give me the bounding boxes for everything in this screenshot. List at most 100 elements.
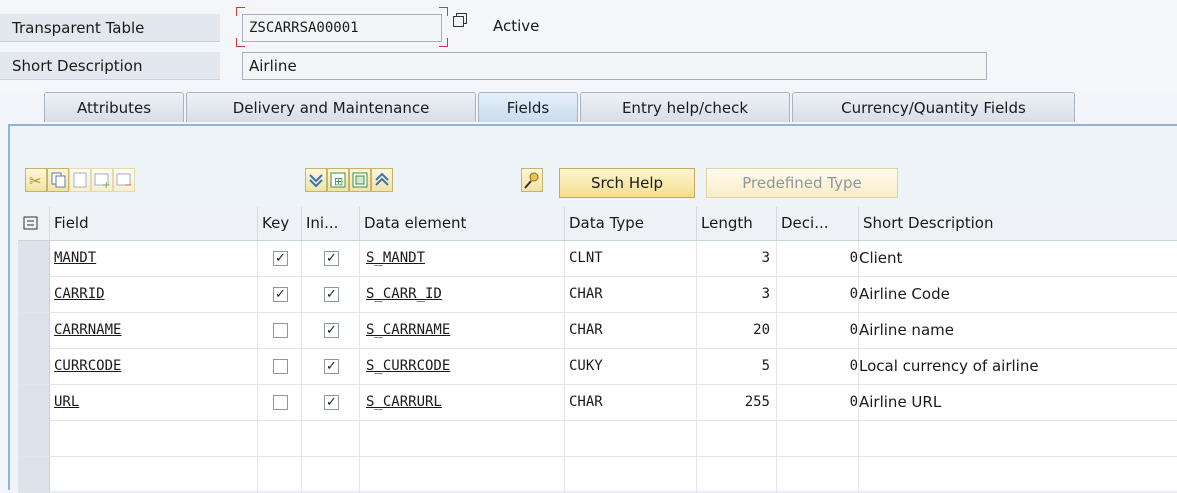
- data-type: CHAR: [565, 385, 697, 420]
- empty-cell[interactable]: [777, 421, 859, 456]
- field-name[interactable]: CARRNAME: [50, 313, 258, 348]
- table-row[interactable]: MANDT ✓ ✓ S_MANDT CLNT 3 0 Client: [18, 241, 1177, 277]
- short-description: Airline name: [859, 321, 954, 339]
- status-text: Active: [493, 17, 540, 35]
- empty-cell[interactable]: [302, 421, 360, 456]
- row-selector[interactable]: [18, 313, 50, 348]
- key-checkbox[interactable]: [273, 323, 288, 338]
- short-description-field[interactable]: Airline: [242, 52, 987, 80]
- key-checkbox[interactable]: [273, 359, 288, 374]
- row-selector[interactable]: [18, 349, 50, 384]
- row-selector[interactable]: [18, 385, 50, 420]
- tab-fields[interactable]: Fields: [478, 92, 578, 122]
- table-row[interactable]: URL ✓ S_CARRURL CHAR 255 0 Airline URL: [18, 385, 1177, 421]
- insert-block-icon[interactable]: ⊞: [327, 168, 349, 192]
- initial-checkbox[interactable]: ✓: [324, 359, 339, 374]
- empty-cell[interactable]: [565, 457, 697, 492]
- predefined-type-button[interactable]: Predefined Type: [706, 168, 898, 198]
- delete-row-icon[interactable]: −: [113, 168, 135, 192]
- length: 3: [697, 241, 777, 276]
- key-checkbox-cell: [258, 349, 302, 384]
- data-element[interactable]: S_MANDT: [360, 241, 565, 276]
- key-checkbox[interactable]: ✓: [273, 287, 288, 302]
- column-config-icon[interactable]: [18, 207, 50, 240]
- svg-text:✂: ✂: [29, 172, 42, 190]
- key-checkbox[interactable]: [273, 395, 288, 410]
- search-help-icon[interactable]: [521, 168, 543, 192]
- empty-table-row[interactable]: [18, 457, 1177, 493]
- tab-currency-quantity[interactable]: Currency/Quantity Fields: [792, 92, 1075, 122]
- empty-cell[interactable]: [50, 457, 258, 492]
- svg-text:−: −: [124, 180, 132, 191]
- column-data-type[interactable]: Data Type: [565, 207, 697, 240]
- decimals: 0: [777, 385, 859, 420]
- column-decimals[interactable]: Deci...: [777, 207, 859, 240]
- length: 20: [697, 313, 777, 348]
- table-row[interactable]: CARRID ✓ ✓ S_CARR_ID CHAR 3 0 Airline Co…: [18, 277, 1177, 313]
- copy-window-icon[interactable]: [453, 13, 467, 27]
- row-selector[interactable]: [18, 277, 50, 312]
- tab-entry-help[interactable]: Entry help/check: [580, 92, 790, 122]
- empty-cell[interactable]: [565, 421, 697, 456]
- key-checkbox-cell: [258, 313, 302, 348]
- empty-cell[interactable]: [360, 457, 565, 492]
- srch-help-button[interactable]: Srch Help: [559, 168, 695, 198]
- scroll-down-icon[interactable]: [305, 168, 327, 192]
- initial-checkbox-cell: ✓: [302, 313, 360, 348]
- row-selector[interactable]: [18, 241, 50, 276]
- column-length[interactable]: Length: [697, 207, 777, 240]
- column-key[interactable]: Key: [258, 207, 302, 240]
- table-row[interactable]: CARRNAME ✓ S_CARRNAME CHAR 20 0 Airline …: [18, 313, 1177, 349]
- table-row[interactable]: CURRCODE ✓ S_CURRCODE CUKY 5 0 Local cur…: [18, 349, 1177, 385]
- column-data-element[interactable]: Data element: [360, 207, 565, 240]
- initial-checkbox[interactable]: ✓: [324, 287, 339, 302]
- copy-icon[interactable]: [47, 168, 69, 192]
- paste-icon[interactable]: [69, 168, 91, 192]
- key-checkbox-cell: [258, 385, 302, 420]
- initial-checkbox[interactable]: ✓: [324, 251, 339, 266]
- data-element[interactable]: S_CURRCODE: [360, 349, 565, 384]
- initial-checkbox[interactable]: ✓: [324, 395, 339, 410]
- initial-checkbox-cell: ✓: [302, 349, 360, 384]
- empty-cell[interactable]: [697, 457, 777, 492]
- column-field[interactable]: Field: [50, 207, 258, 240]
- empty-cell[interactable]: [258, 421, 302, 456]
- row-selector[interactable]: [18, 421, 50, 456]
- table-header: Transparent Table ZSCARRSA00001 Active S…: [0, 0, 1177, 92]
- initial-checkbox[interactable]: ✓: [324, 323, 339, 338]
- short-description: Local currency of airline: [859, 357, 1039, 375]
- scroll-up-icon[interactable]: [371, 168, 393, 192]
- short-description: Airline URL: [859, 393, 942, 411]
- short-description: Airline Code: [859, 285, 950, 303]
- data-element[interactable]: S_CARRNAME: [360, 313, 565, 348]
- field-name[interactable]: CARRID: [50, 277, 258, 312]
- empty-cell[interactable]: [302, 457, 360, 492]
- empty-cell[interactable]: [50, 421, 258, 456]
- field-name[interactable]: CURRCODE: [50, 349, 258, 384]
- focus-marker: [236, 7, 448, 47]
- insert-row-icon[interactable]: +: [91, 168, 113, 192]
- initial-checkbox-cell: ✓: [302, 277, 360, 312]
- field-name[interactable]: URL: [50, 385, 258, 420]
- data-element[interactable]: S_CARRURL: [360, 385, 565, 420]
- empty-cell[interactable]: [777, 457, 859, 492]
- empty-cell[interactable]: [360, 421, 565, 456]
- cut-icon[interactable]: ✂: [25, 168, 47, 192]
- tab-delivery-maintenance[interactable]: Delivery and Maintenance: [186, 92, 476, 122]
- tab-attributes[interactable]: Attributes: [44, 92, 184, 122]
- select-all-icon[interactable]: [349, 168, 371, 192]
- column-short-description[interactable]: Short Description: [859, 207, 1177, 240]
- key-checkbox-cell: ✓: [258, 241, 302, 276]
- length: 255: [697, 385, 777, 420]
- decimals: 0: [777, 313, 859, 348]
- row-selector[interactable]: [18, 457, 50, 492]
- data-element[interactable]: S_CARR_ID: [360, 277, 565, 312]
- short-description-label: Short Description: [0, 52, 220, 80]
- field-name[interactable]: MANDT: [50, 241, 258, 276]
- empty-cell[interactable]: [697, 421, 777, 456]
- column-initial[interactable]: Ini...: [302, 207, 360, 240]
- empty-table-row[interactable]: [18, 421, 1177, 457]
- empty-cell[interactable]: [258, 457, 302, 492]
- data-type: CHAR: [565, 313, 697, 348]
- key-checkbox[interactable]: ✓: [273, 251, 288, 266]
